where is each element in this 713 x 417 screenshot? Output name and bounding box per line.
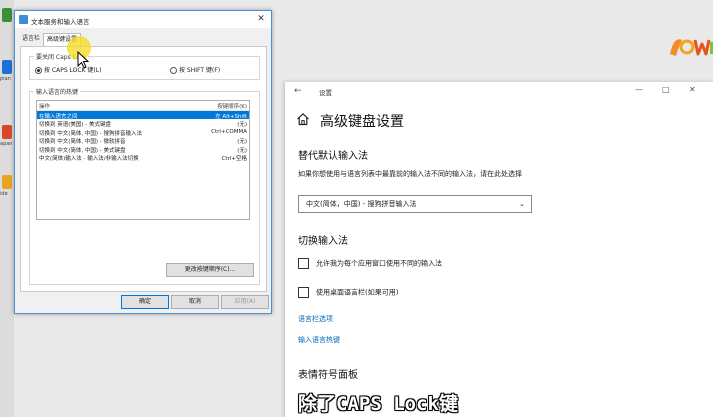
tab-panel: 要关闭 Caps Lock 按 CAPS LOCK 键(L) 按 SHIFT 键… [20, 46, 267, 292]
maximize-icon[interactable]: □ [662, 85, 670, 94]
radio-caps-lock[interactable]: 按 CAPS LOCK 键(L) [35, 65, 101, 74]
home-icon[interactable] [296, 112, 310, 126]
desktop-app-icon[interactable] [2, 60, 12, 74]
desktop-icon-label: pian [0, 76, 11, 82]
hotkeys-list-header: 操作 按键顺序(K) [37, 101, 249, 111]
hotkey-row[interactable]: 切换到 英语(美国) - 美式键盘 (无) [37, 119, 249, 128]
settings-window: ← 设置 — □ ✕ 高级键盘设置 替代默认输入法 如果你想使用与语言列表中最靠… [285, 82, 713, 417]
checkbox-empty-icon [298, 258, 309, 269]
desktop-icon-label: ide [0, 191, 8, 197]
keyboard-icon [19, 15, 28, 24]
page-title: 高级键盘设置 [320, 114, 404, 130]
hotkey-row[interactable]: 切换到 中文(简体, 中国) - 微软拼音 (无) [37, 136, 249, 145]
cancel-button[interactable]: 取消 [171, 295, 219, 309]
column-keys: 按键顺序(K) [217, 104, 247, 110]
close-icon[interactable]: ✕ [689, 85, 696, 94]
section-title-emoji: 表情符号面板 [298, 370, 358, 381]
apply-button[interactable]: 应用(A) [221, 295, 269, 309]
text-services-dialog: 文本服务和输入语言 ✕ 语言栏 高级键设置 要关闭 Caps Lock 按 CA… [14, 10, 272, 314]
video-subtitle: 除了CAPS Lock键 [298, 393, 458, 415]
desktop-app-icon[interactable] [2, 175, 12, 189]
selected-input-method: 中文(简体，中国) - 搜狗拼音输入法 [306, 200, 417, 208]
settings-window-title: 设置 [319, 89, 332, 97]
input-language-hotkeys-link[interactable]: 输入语言热键 [298, 335, 340, 345]
column-action: 操作 [39, 104, 51, 110]
hotkey-row[interactable]: 在输入语言之间左 Alt+Shift [37, 111, 249, 120]
dialog-title-bar: 文本服务和输入语言 ✕ [15, 11, 271, 28]
caps-lock-group: 要关闭 Caps Lock 按 CAPS LOCK 键(L) 按 SHIFT 键… [29, 52, 260, 80]
dialog-title: 文本服务和输入语言 [31, 18, 90, 26]
section-title-switch: 切换输入法 [298, 236, 348, 247]
desktop-app-icon[interactable] [2, 8, 12, 22]
language-bar-options-link[interactable]: 语言栏选项 [298, 314, 333, 324]
hotkey-row[interactable]: 切换到 中文(简体, 中国) - 美式键盘 (无) [37, 145, 249, 154]
tab-language-bar[interactable]: 语言栏 [19, 33, 43, 45]
minimize-icon[interactable]: — [635, 85, 643, 94]
checkbox-empty-icon [298, 287, 309, 298]
close-icon[interactable]: ✕ [255, 13, 267, 25]
checkbox-desktop-language-bar[interactable]: 使用桌面语言栏(如果可用) [298, 287, 398, 298]
mouse-pointer-icon [77, 51, 89, 69]
change-key-sequence-button[interactable]: 更改按键顺序(C)... [166, 263, 254, 277]
chevron-down-icon: ⌄ [519, 200, 525, 208]
override-description: 如果你想使用与语言列表中最靠前的输入法不同的输入法，请在此处选择 [298, 170, 522, 178]
hotkeys-list[interactable]: 操作 按键顺序(K) 在输入语言之间左 Alt+Shift 切换到 英语(美国)… [36, 100, 250, 220]
brand-logo [670, 39, 713, 56]
default-input-method-select[interactable]: 中文(简体，中国) - 搜狗拼音输入法 ⌄ [298, 195, 532, 213]
radio-shift[interactable]: 按 SHIFT 键(F) [170, 65, 220, 74]
checkbox-per-app-input[interactable]: 允许我为每个应用窗口使用不同的输入法 [298, 258, 442, 269]
radio-empty-icon [170, 67, 177, 74]
desktop-icon-label: apan [0, 141, 13, 147]
back-arrow-icon[interactable]: ← [294, 86, 302, 96]
section-title-override: 替代默认输入法 [298, 151, 368, 162]
radio-selected-icon [35, 67, 42, 74]
hotkey-row[interactable]: 中文(简体)输入法 - 输入法/非输入法切换 Ctrl+空格 [37, 153, 249, 162]
desktop-app-icon[interactable] [2, 125, 12, 139]
hotkeys-group-title: 输入语言的热键 [34, 87, 81, 96]
settings-title-bar: ← 设置 — □ ✕ [285, 82, 713, 100]
ok-button[interactable]: 确定 [121, 295, 169, 309]
hotkey-row[interactable]: 切换到 中文(简体, 中国) - 搜狗拼音输入法 Ctrl+COMMA [37, 128, 249, 137]
hotkeys-group: 输入语言的热键 操作 按键顺序(K) 在输入语言之间左 Alt+Shift 切换… [29, 87, 260, 285]
